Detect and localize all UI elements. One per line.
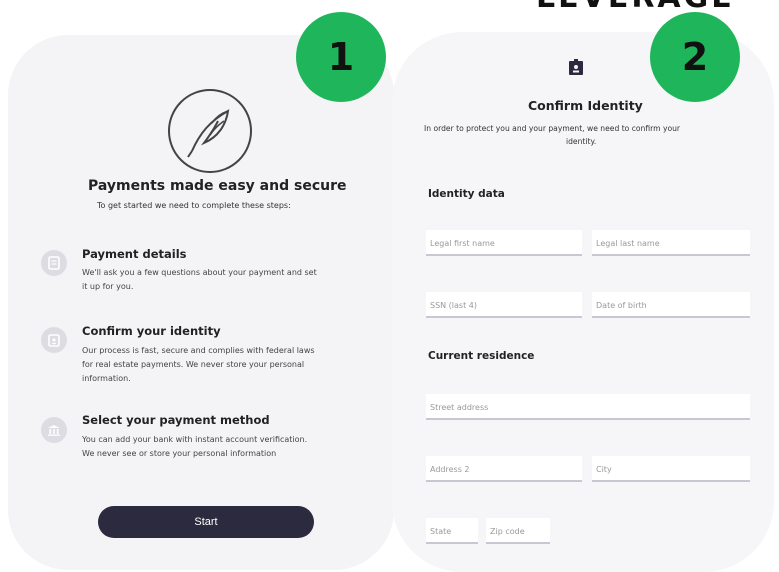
step-badge-2: 2 bbox=[650, 12, 740, 102]
document-icon bbox=[41, 250, 67, 276]
zip-code-input[interactable]: Zip code bbox=[486, 518, 550, 544]
start-button[interactable]: Start bbox=[98, 506, 314, 538]
identity-title: Confirm Identity bbox=[528, 98, 643, 113]
step-confirm-identity-desc: Our process is fast, secure and complies… bbox=[82, 344, 402, 386]
current-residence-heading: Current residence bbox=[428, 350, 535, 362]
brand-logo-text: LEVERAGE bbox=[536, 0, 735, 10]
id-badge-icon bbox=[568, 58, 584, 76]
feather-icon bbox=[168, 89, 252, 173]
bank-icon bbox=[41, 417, 67, 443]
step-payment-method-desc: You can add your bank with instant accou… bbox=[82, 433, 402, 461]
step-desc-line: We'll ask you a few questions about your… bbox=[82, 268, 317, 277]
brand-logo: LEVERAGE bbox=[536, 0, 779, 10]
step-payment-details-title: Payment details bbox=[82, 247, 187, 261]
step-desc-line: it up for you. bbox=[82, 282, 134, 291]
ssn-input[interactable]: SSN (last 4) bbox=[426, 292, 582, 318]
legal-last-name-input[interactable]: Legal last name bbox=[592, 230, 750, 256]
date-of-birth-input[interactable]: Date of birth bbox=[592, 292, 750, 318]
step-badge-1: 1 bbox=[296, 12, 386, 102]
identity-data-heading: Identity data bbox=[428, 188, 505, 200]
intro-subtitle: To get started we need to complete these… bbox=[97, 201, 291, 210]
identity-desc-line2: identity. bbox=[566, 137, 597, 146]
step-desc-line: information. bbox=[82, 374, 131, 383]
state-input[interactable]: State bbox=[426, 518, 478, 544]
intro-title: Payments made easy and secure bbox=[88, 178, 347, 194]
step-desc-line: Our process is fast, secure and complies… bbox=[82, 346, 315, 355]
identity-panel: Confirm Identity In order to protect you… bbox=[392, 32, 774, 572]
identity-desc-line1: In order to protect you and your payment… bbox=[424, 124, 681, 133]
step-payment-method-title: Select your payment method bbox=[82, 413, 270, 427]
legal-first-name-input[interactable]: Legal first name bbox=[426, 230, 582, 256]
step-desc-line: for real estate payments. We never store… bbox=[82, 360, 305, 369]
step-confirm-identity-title: Confirm your identity bbox=[82, 324, 221, 338]
id-badge-icon bbox=[41, 327, 67, 353]
street-address-input[interactable]: Street address bbox=[426, 394, 750, 420]
step-desc-line: You can add your bank with instant accou… bbox=[82, 435, 308, 444]
step-payment-details-desc: We'll ask you a few questions about your… bbox=[82, 266, 402, 294]
address-2-input[interactable]: Address 2 bbox=[426, 456, 582, 482]
intro-panel: Payments made easy and secure To get sta… bbox=[8, 35, 394, 570]
step-desc-line: We never see or store your personal info… bbox=[82, 449, 277, 458]
city-input[interactable]: City bbox=[592, 456, 750, 482]
